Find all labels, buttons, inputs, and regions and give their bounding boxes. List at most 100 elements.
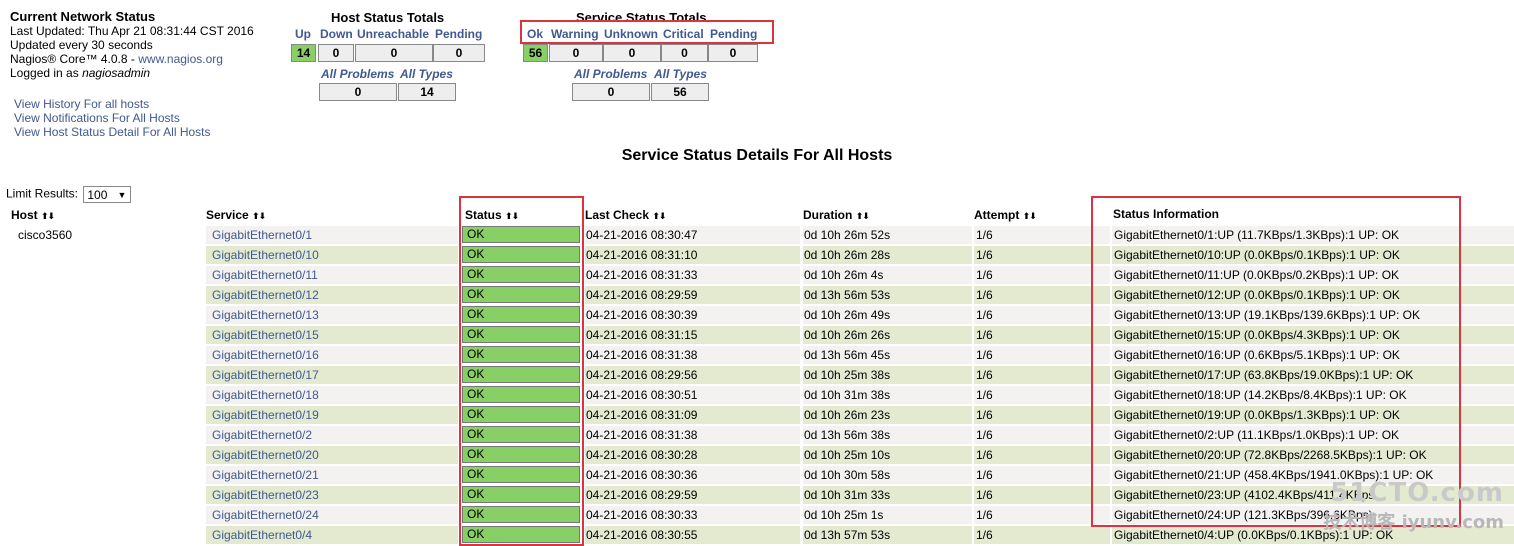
attempt-cell: 1/6 [974, 246, 1110, 264]
sort-arrows-icon[interactable]: ⬆⬇ [41, 211, 55, 221]
attempt-cell: 1/6 [974, 486, 1110, 504]
service-total-critical-label[interactable]: Critical [663, 27, 704, 41]
host-cell: cisco3560 [18, 228, 73, 242]
table-row: GigabitEthernet0/2 OK 04-21-2016 08:31:38 0… [0, 425, 1514, 445]
host-total-pending-count[interactable]: 0 [433, 44, 485, 62]
status-badge: OK [462, 226, 580, 243]
host-all-types-count[interactable]: 14 [398, 83, 456, 101]
sort-arrows-icon[interactable]: ⬆⬇ [505, 211, 519, 221]
limit-results-select[interactable]: 100 ▼ [83, 186, 132, 203]
last-check-cell: 04-21-2016 08:29:59 [585, 486, 800, 504]
host-cell [10, 266, 200, 284]
service-link[interactable]: GigabitEthernet0/16 [206, 346, 458, 364]
table-row: GigabitEthernet0/4 OK 04-21-2016 08:30:55 0… [0, 525, 1514, 545]
service-total-pending-label[interactable]: Pending [710, 27, 757, 41]
last-check-cell: 04-21-2016 08:31:38 [585, 346, 800, 364]
host-all-types-label[interactable]: All Types [400, 67, 453, 81]
duration-cell: 0d 10h 26m 52s [803, 226, 972, 244]
host-cell [10, 526, 200, 544]
sort-arrows-icon[interactable]: ⬆⬇ [856, 211, 870, 221]
column-header-status-information: Status Information [1113, 207, 1220, 221]
duration-cell: 0d 10h 26m 49s [803, 306, 972, 324]
service-link[interactable]: GigabitEthernet0/18 [206, 386, 458, 404]
service-link[interactable]: GigabitEthernet0/15 [206, 326, 458, 344]
status-badge: OK [462, 386, 580, 403]
host-total-down-label[interactable]: Down [320, 27, 353, 41]
last-check-cell: 04-21-2016 08:31:09 [585, 406, 800, 424]
host-total-pending-label[interactable]: Pending [435, 27, 482, 41]
column-header-host: Host ⬆⬇ [11, 207, 55, 223]
service-all-types-label[interactable]: All Types [654, 67, 707, 81]
last-updated: Last Updated: Thu Apr 21 08:31:44 CST 20… [10, 24, 254, 38]
service-total-critical-count[interactable]: 0 [661, 44, 708, 62]
service-link[interactable]: GigabitEthernet0/20 [206, 446, 458, 464]
logged-in-text: Logged in as [10, 66, 83, 80]
service-total-ok-count[interactable]: 56 [523, 44, 548, 62]
duration-header-label: Duration [803, 208, 853, 222]
status-badge: OK [462, 506, 580, 523]
service-link[interactable]: GigabitEthernet0/4 [206, 526, 458, 544]
service-total-warning-count[interactable]: 0 [549, 44, 603, 62]
service-link[interactable]: GigabitEthernet0/24 [206, 506, 458, 524]
host-total-up-label[interactable]: Up [295, 27, 311, 41]
table-row: GigabitEthernet0/17 OK 04-21-2016 08:29:56… [0, 365, 1514, 385]
status-information-cell: GigabitEthernet0/17:UP (63.8KBps/19.0KBp… [1112, 366, 1514, 384]
service-total-unknown-count[interactable]: 0 [603, 44, 661, 62]
status-badge: OK [462, 346, 580, 363]
service-total-pending-count[interactable]: 0 [708, 44, 758, 62]
attempt-cell: 1/6 [974, 306, 1110, 324]
view-history-link[interactable]: View History For all hosts [14, 97, 211, 111]
last-check-cell: 04-21-2016 08:30:36 [585, 466, 800, 484]
service-link[interactable]: GigabitEthernet0/19 [206, 406, 458, 424]
duration-cell: 0d 10h 26m 28s [803, 246, 972, 264]
status-header-label: Status [465, 208, 502, 222]
service-total-unknown-label[interactable]: Unknown [604, 27, 658, 41]
service-link[interactable]: GigabitEthernet0/11 [206, 266, 458, 284]
status-information-cell: GigabitEthernet0/1:UP (11.7KBps/1.3KBps)… [1112, 226, 1514, 244]
status-badge: OK [462, 526, 580, 543]
table-row: GigabitEthernet0/12 OK 04-21-2016 08:29:59… [0, 285, 1514, 305]
service-total-warning-label[interactable]: Warning [551, 27, 599, 41]
service-all-problems-count[interactable]: 0 [572, 83, 650, 101]
status-information-cell: GigabitEthernet0/19:UP (0.0KBps/1.3KBps)… [1112, 406, 1514, 424]
nagios-website-link[interactable]: www.nagios.org [138, 52, 223, 66]
sort-arrows-icon[interactable]: ⬆⬇ [652, 211, 666, 221]
status-information-cell: GigabitEthernet0/10:UP (0.0KBps/0.1KBps)… [1112, 246, 1514, 264]
network-status-info: Current Network Status Last Updated: Thu… [10, 10, 254, 81]
service-link[interactable]: GigabitEthernet0/1 [206, 226, 458, 244]
view-host-status-link[interactable]: View Host Status Detail For All Hosts [14, 125, 211, 139]
service-link[interactable]: GigabitEthernet0/2 [206, 426, 458, 444]
service-link[interactable]: GigabitEthernet0/12 [206, 286, 458, 304]
service-link[interactable]: GigabitEthernet0/23 [206, 486, 458, 504]
view-notifications-link[interactable]: View Notifications For All Hosts [14, 111, 211, 125]
host-total-unreachable-count[interactable]: 0 [355, 44, 433, 62]
last-check-cell: 04-21-2016 08:30:55 [585, 526, 800, 544]
service-link[interactable]: GigabitEthernet0/21 [206, 466, 458, 484]
last-check-cell: 04-21-2016 08:30:39 [585, 306, 800, 324]
service-link[interactable]: GigabitEthernet0/17 [206, 366, 458, 384]
host-total-down-count[interactable]: 0 [318, 44, 354, 62]
sort-arrows-icon[interactable]: ⬆⬇ [1023, 211, 1037, 221]
attempt-cell: 1/6 [974, 426, 1110, 444]
service-link[interactable]: GigabitEthernet0/13 [206, 306, 458, 324]
attempt-cell: 1/6 [974, 406, 1110, 424]
host-total-up-count[interactable]: 14 [291, 44, 316, 62]
last-check-cell: 04-21-2016 08:30:47 [585, 226, 800, 244]
version-text: Nagios® Core™ 4.0.8 - [10, 52, 139, 66]
service-all-types-count[interactable]: 56 [651, 83, 709, 101]
host-cell [10, 246, 200, 264]
service-all-problems-label[interactable]: All Problems [574, 67, 647, 81]
host-total-unreachable-label[interactable]: Unreachable [357, 27, 429, 41]
service-link[interactable]: GigabitEthernet0/10 [206, 246, 458, 264]
duration-cell: 0d 10h 30m 58s [803, 466, 972, 484]
sort-arrows-icon[interactable]: ⬆⬇ [252, 211, 266, 221]
host-all-problems-label[interactable]: All Problems [321, 67, 394, 81]
status-badge: OK [462, 466, 580, 483]
limit-results: Limit Results: 100 ▼ [6, 186, 132, 203]
column-header-service: Service ⬆⬇ [206, 207, 266, 223]
host-all-problems-count[interactable]: 0 [319, 83, 397, 101]
status-badge: OK [462, 246, 580, 263]
service-total-ok-label[interactable]: Ok [527, 27, 543, 41]
status-information-cell: GigabitEthernet0/2:UP (11.1KBps/1.0KBps)… [1112, 426, 1514, 444]
status-information-cell: GigabitEthernet0/16:UP (0.6KBps/5.1KBps)… [1112, 346, 1514, 364]
